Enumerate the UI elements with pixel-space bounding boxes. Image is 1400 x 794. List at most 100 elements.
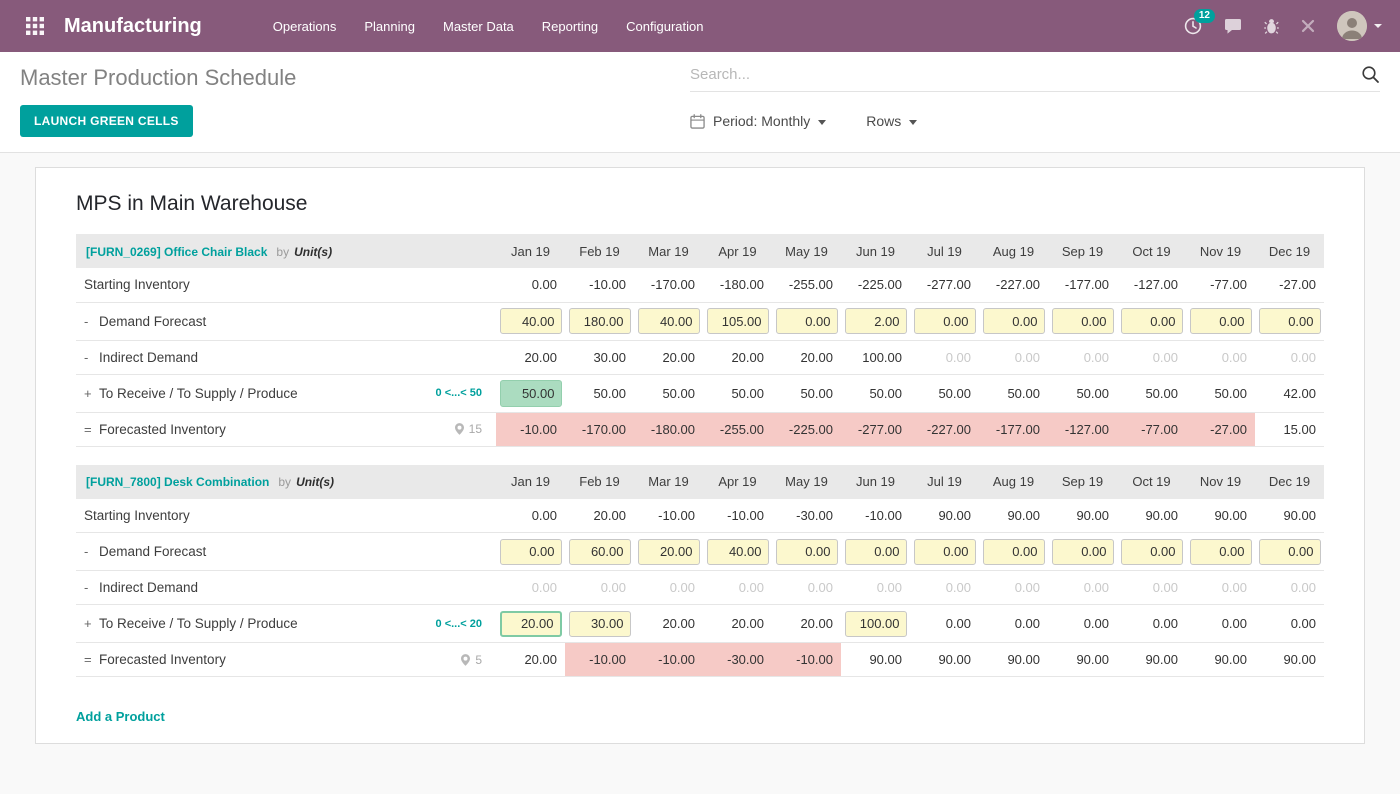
replenish-suggestion-cell[interactable]: 50.00 (499, 379, 562, 407)
mps-cell: 20.00 (703, 604, 772, 643)
forecast-input[interactable] (706, 308, 769, 334)
period-dropdown[interactable]: Period: Monthly (690, 113, 827, 129)
mps-cell: 0.00 (1255, 604, 1324, 643)
forecast-input[interactable] (1258, 308, 1321, 334)
forecast-input[interactable] (775, 308, 838, 334)
mps-row-starting: Starting Inventory 0.00 20.00 -10.00 -10.00 -… (76, 498, 1324, 533)
cell-value: 50.00 (1214, 385, 1247, 401)
mps-row-forecasted: = Forecasted Inventory 15 -10.00 -170.00 -180… (76, 412, 1324, 447)
cell-value: -127.00 (1064, 421, 1109, 437)
mps-cell (979, 532, 1048, 571)
forecast-input[interactable] (637, 308, 700, 334)
menu-planning[interactable]: Planning (351, 10, 428, 43)
rows-dropdown[interactable]: Rows (866, 113, 918, 129)
row-sign: + (84, 616, 92, 631)
mps-cell: -177.00 (1048, 268, 1117, 303)
forecast-input[interactable] (844, 308, 907, 334)
cell-value: 20.00 (662, 349, 695, 365)
forecast-input[interactable] (982, 308, 1045, 334)
mps-cell (1186, 302, 1255, 341)
menu-operations[interactable]: Operations (260, 10, 350, 43)
debug-button[interactable] (1264, 17, 1279, 35)
forecast-input[interactable] (499, 308, 562, 334)
mps-cell (496, 604, 565, 643)
menu-reporting[interactable]: Reporting (529, 10, 611, 43)
leadtime-value: 5 (475, 652, 482, 667)
mps-card: MPS in Main Warehouse [FURN_0269] Office… (35, 167, 1365, 744)
activities-button[interactable]: 12 (1184, 9, 1215, 35)
forecast-input[interactable] (1051, 308, 1114, 334)
apps-menu-icon[interactable] (18, 9, 52, 43)
forecast-input[interactable] (568, 610, 631, 637)
messages-button[interactable] (1224, 18, 1242, 35)
forecast-input[interactable] (1189, 308, 1252, 334)
replenish-input[interactable] (499, 610, 562, 637)
mps-cell: 0.00 (496, 570, 565, 605)
mps-cell: 90.00 (1186, 642, 1255, 677)
search-input[interactable] (690, 66, 1361, 83)
row-label: To Receive / To Supply / Produce (99, 385, 298, 401)
forecast-input[interactable] (1258, 538, 1321, 565)
forecast-input[interactable] (637, 538, 700, 565)
month-header: Aug 19 (979, 234, 1048, 268)
forecast-input[interactable] (1120, 538, 1183, 565)
launch-green-cells-button[interactable]: LAUNCH GREEN CELLS (20, 105, 193, 137)
forecast-input[interactable] (982, 538, 1045, 565)
cell-value: 90.00 (1076, 652, 1109, 667)
view-filters: Period: Monthly Rows (690, 113, 1380, 129)
page-title: Master Production Schedule (20, 65, 297, 90)
cell-value: 0.00 (1221, 580, 1247, 595)
cell-value: 90.00 (1145, 652, 1178, 667)
forecast-input[interactable] (1120, 308, 1183, 334)
forecast-input[interactable] (913, 538, 976, 565)
mps-cell: -30.00 (703, 642, 772, 677)
forecast-input[interactable] (844, 610, 907, 637)
month-header: Sep 19 (1048, 464, 1117, 499)
product-name-link[interactable]: [FURN_7800] Desk Combination (86, 475, 269, 489)
app-title[interactable]: Manufacturing (64, 15, 202, 38)
mps-cell: 0.00 (565, 570, 634, 605)
search-button[interactable] (1361, 65, 1380, 84)
forecast-input[interactable] (568, 308, 631, 334)
row-sign: = (84, 652, 92, 667)
cell-value: -177.00 (1064, 277, 1109, 293)
menu-master-data[interactable]: Master Data (430, 10, 527, 43)
forecast-input[interactable] (568, 538, 631, 565)
forecast-input[interactable] (913, 308, 976, 334)
mps-cell (772, 532, 841, 571)
month-header: Jun 19 (841, 464, 910, 499)
mps-cell: 50.00 (979, 374, 1048, 413)
cell-value: -77.00 (1141, 421, 1178, 437)
forecast-input[interactable] (1051, 538, 1114, 565)
mps-cell (1117, 532, 1186, 571)
mps-cell: 50.00 (565, 374, 634, 413)
cell-value: 30.00 (593, 349, 626, 365)
cell-value: -10.00 (658, 507, 695, 523)
forecast-input[interactable] (706, 538, 769, 565)
mps-cell: 30.00 (565, 340, 634, 375)
row-label: Demand Forecast (99, 544, 207, 559)
menu-configuration[interactable]: Configuration (613, 10, 716, 43)
mps-cell (565, 604, 634, 643)
search-bar (690, 65, 1380, 92)
forecast-input[interactable] (775, 538, 838, 565)
mps-cell: 50.00 (1186, 374, 1255, 413)
cell-value: -177.00 (995, 421, 1040, 437)
navbar-systray: 12 (1184, 9, 1382, 41)
month-header: Jul 19 (910, 234, 979, 268)
add-product-link[interactable]: Add a Product (76, 709, 165, 724)
mps-cell: 0.00 (703, 570, 772, 605)
mps-cell: -10.00 (703, 498, 772, 533)
mps-cell (634, 532, 703, 571)
mps-cell (841, 532, 910, 571)
forecast-input[interactable] (499, 538, 562, 565)
mps-cell (634, 302, 703, 341)
product-name-link[interactable]: [FURN_0269] Office Chair Black (86, 245, 267, 259)
user-menu[interactable] (1337, 11, 1382, 41)
close-button[interactable] (1301, 19, 1315, 33)
top-navbar: Manufacturing Operations Planning Master… (0, 0, 1400, 52)
mps-cell: 0.00 (979, 340, 1048, 375)
cell-value: 0.00 (1290, 616, 1316, 631)
forecast-input[interactable] (1189, 538, 1252, 565)
forecast-input[interactable] (844, 538, 907, 565)
